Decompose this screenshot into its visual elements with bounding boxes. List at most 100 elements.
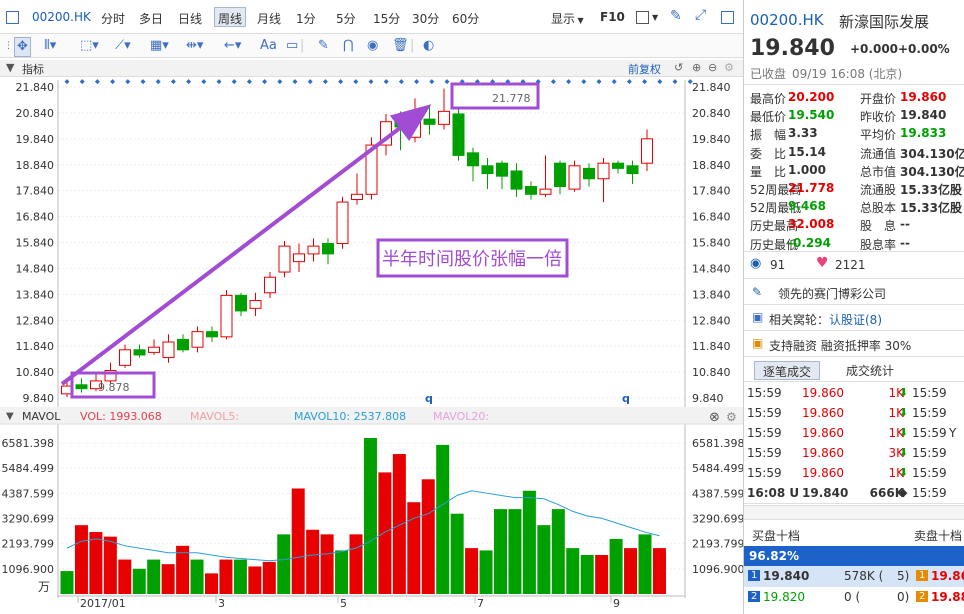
volume-bar (624, 548, 638, 594)
volume-bar (118, 559, 132, 594)
candle-body (438, 110, 450, 125)
undo-icon[interactable]: ↺ (674, 61, 683, 74)
zoom-out-icon[interactable]: ⊖ (708, 61, 717, 74)
x-tick-label: 2017/01 (80, 597, 126, 610)
y-tick-right: 6581.398 (692, 437, 743, 450)
warrant-prefix: 相关窝轮： (769, 313, 830, 327)
rect-select-icon[interactable]: ⬚▾ (80, 37, 99, 55)
eye-icon[interactable]: ◉ (750, 256, 761, 271)
y-tick-left: 12.840 (16, 314, 55, 327)
candle-body (235, 294, 247, 312)
stat-value: 19.840 (900, 108, 947, 123)
period-monthly[interactable]: 月线 (257, 10, 281, 27)
scrollbar[interactable] (744, 505, 964, 520)
collapse-icon[interactable]: ▼ (6, 61, 14, 74)
y-tick-left: 18.840 (16, 159, 55, 172)
stat-label: 平均价 (860, 128, 897, 143)
volume-bar (363, 438, 377, 594)
volume-bar (306, 529, 320, 594)
crosshair-icon[interactable]: ✥ (14, 37, 31, 57)
fullscreen-icon[interactable]: ⤢ (695, 7, 706, 23)
period-daily[interactable]: 日线 (178, 10, 202, 27)
period-60min[interactable]: 60分 (452, 10, 479, 27)
trash-icon[interactable]: 🗑 (392, 37, 409, 55)
font-tool[interactable]: Aa (260, 37, 277, 55)
arrow-left-icon[interactable]: ←▾ (224, 37, 241, 55)
volume-bar (638, 534, 652, 594)
pen-icon[interactable]: ✎ (670, 8, 682, 24)
event-marker (307, 79, 313, 85)
candle-body (467, 152, 479, 167)
period-1min[interactable]: 1分 (296, 10, 316, 27)
tag-icon: ✎ (752, 285, 763, 299)
layout-icon[interactable] (6, 11, 19, 24)
volume-bar (190, 559, 204, 594)
kline-chart[interactable]: 21.840 21.840 20.840 20.840 19.840 19.840 18.8… (0, 78, 743, 614)
f10-button[interactable]: F10 (600, 10, 625, 24)
x-tick-label: 7 (477, 597, 484, 610)
volume-bar (205, 573, 218, 594)
trend-line-icon[interactable]: ⟋▾ (115, 37, 131, 55)
comment-icon[interactable]: ▭ (286, 37, 298, 55)
square-style-icon[interactable] (636, 11, 649, 24)
stat-value: -- (900, 235, 910, 250)
measure-icon[interactable]: ⇹▾ (186, 37, 203, 55)
period-multiday[interactable]: 多日 (139, 10, 163, 27)
arrow-down-icon: ⬇ (899, 446, 909, 459)
bid-volume: 578K ( (844, 569, 884, 583)
candle-body (423, 118, 436, 125)
period-5min[interactable]: 5分 (336, 10, 356, 27)
x-tick-label: 3 (218, 597, 225, 610)
y-tick-left: 17.840 (16, 185, 55, 198)
adjust-mode[interactable]: 前复权 (628, 61, 661, 77)
candle-body (351, 193, 363, 200)
company-tag[interactable]: 领先的赛门博彩公司 (778, 285, 886, 302)
ask-level: 2 (916, 591, 929, 602)
period-15min[interactable]: 15分 (373, 10, 400, 27)
event-marker (201, 79, 207, 85)
toggle-icon[interactable]: ◐ (423, 37, 434, 55)
event-marker (94, 79, 100, 85)
stat-label: 股 息 (860, 219, 897, 234)
volume-bar (421, 479, 435, 594)
indicator-label[interactable]: 指标 (22, 61, 44, 77)
period-intraday[interactable]: 分时 (101, 10, 125, 27)
y-tick-left: 20.840 (16, 107, 55, 120)
settings-icon[interactable]: ⚙ (724, 61, 734, 74)
period-30min[interactable]: 30分 (412, 10, 439, 27)
chevron-down-icon[interactable]: ▼ (652, 13, 658, 22)
vertical-lines-icon[interactable]: ⦀▾ (44, 37, 56, 55)
order-row: 119.840578K (5)119.860 (744, 566, 964, 587)
eye-icon[interactable]: ◉ (367, 37, 378, 55)
zoom-in-icon[interactable]: ⊕ (692, 61, 701, 74)
y-tick-left: 5484.499 (2, 462, 55, 475)
brush-icon[interactable]: ✎ (318, 37, 329, 55)
tab-trade-stats[interactable]: 成交统计 (838, 361, 902, 380)
candle-body (278, 245, 291, 273)
margin-text: 支持融资 融资抵押率 30% (769, 339, 912, 353)
bid-ratio: 96.82% (749, 549, 799, 563)
heart-icon[interactable]: ♥ (816, 255, 829, 271)
volume-bar (320, 534, 334, 594)
event-marker (155, 79, 161, 85)
margin-icon: ▣ (752, 336, 764, 350)
tab-trades[interactable]: 逐笔成交 (754, 361, 821, 380)
window-icon[interactable] (721, 11, 734, 24)
display-menu[interactable]: 显示 ▼ (551, 10, 584, 27)
stat-value: -- (900, 217, 910, 232)
y-tick-right: 11.840 (692, 340, 731, 353)
fibonacci-icon[interactable]: ▦▾ (150, 37, 169, 55)
stat-value: 304.130亿 (900, 164, 964, 179)
period-bar: 00200.HK 分时 多日 日线 周线 月线 1分 5分 15分 30分 60… (0, 0, 743, 34)
magnet-icon[interactable]: ⋂ (343, 37, 354, 55)
event-marker (657, 79, 663, 85)
quote-panel: 00200.HK 新濠国际发展 19.840 +0.000 +0.00% 已收盘… (743, 0, 964, 614)
warrant-link[interactable]: 认股证(8) (829, 311, 882, 328)
y-tick-left: 6581.398 (2, 437, 55, 450)
stock-code-tab[interactable]: 00200.HK (32, 10, 91, 24)
volume-bar (89, 532, 103, 594)
bid-volume: 0 ( (844, 590, 861, 604)
stat-label: 最高价 (750, 92, 787, 106)
period-weekly[interactable]: 周线 (214, 7, 247, 27)
event-marker (611, 79, 617, 85)
